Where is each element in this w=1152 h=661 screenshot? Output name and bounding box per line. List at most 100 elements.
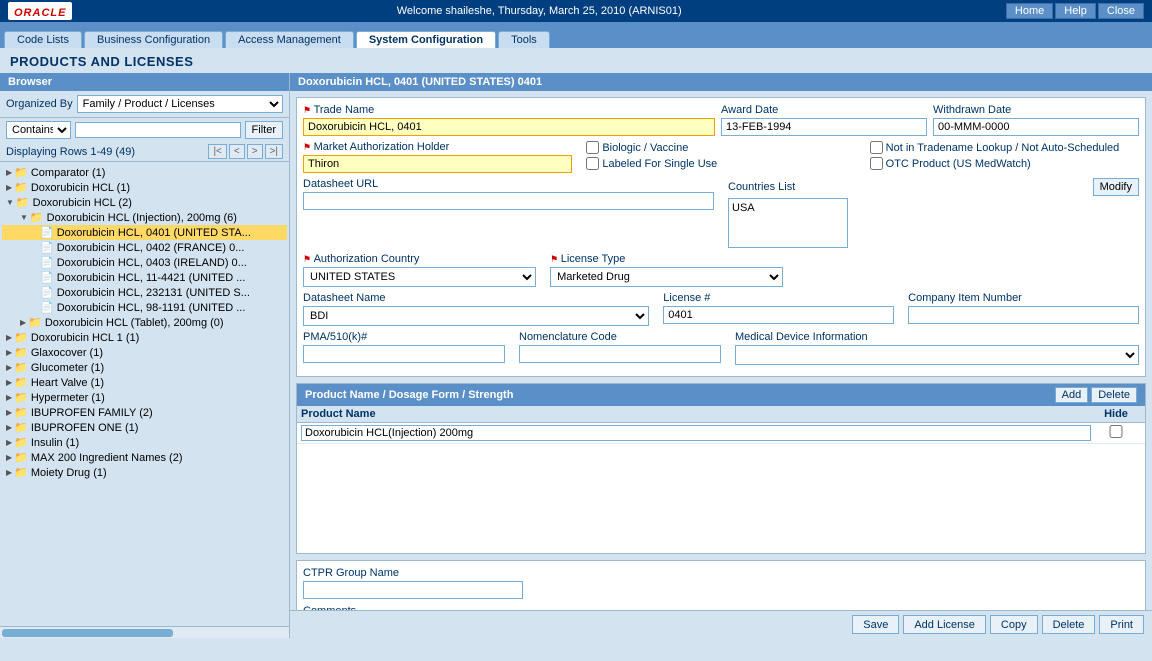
labeled-single-use-checkbox[interactable] <box>586 157 599 170</box>
close-button[interactable]: Close <box>1098 3 1144 19</box>
biologic-vaccine-checkbox[interactable] <box>586 141 599 154</box>
expand-icon: ▶ <box>6 438 12 447</box>
copy-button[interactable]: Copy <box>990 615 1038 634</box>
folder-icon: 📁 <box>14 436 28 449</box>
folder-icon: 📁 <box>14 181 28 194</box>
labeled-single-use-label: Labeled For Single Use <box>602 158 717 170</box>
pagination: |< < > >| <box>208 144 283 159</box>
trade-name-label: Trade Name <box>303 104 715 116</box>
not-tradename-check-item: Not in Tradename Lookup / Not Auto-Sched… <box>870 141 1139 154</box>
product-add-button[interactable]: Add <box>1055 387 1089 403</box>
oracle-logo: ORACLE <box>8 2 72 20</box>
tab-access-management[interactable]: Access Management <box>225 31 354 48</box>
pma-input[interactable] <box>303 345 505 363</box>
tree-item[interactable]: 📄Doxorubicin HCL, 0401 (UNITED STA... <box>2 225 287 240</box>
delete-button[interactable]: Delete <box>1042 615 1096 634</box>
tree-item-label: Doxorubicin HCL (2) <box>33 197 132 209</box>
tab-system-configuration[interactable]: System Configuration <box>356 31 496 48</box>
tree-item[interactable]: ▶📁Heart Valve (1) <box>2 375 287 390</box>
tree-item[interactable]: ▼📁Doxorubicin HCL (2) <box>2 195 287 210</box>
not-tradename-checkbox[interactable] <box>870 141 883 154</box>
tab-business-configuration[interactable]: Business Configuration <box>84 31 223 48</box>
home-button[interactable]: Home <box>1006 3 1053 19</box>
tree-item[interactable]: ▶📁Comparator (1) <box>2 165 287 180</box>
tree-item[interactable]: ▶📁IBUPROFEN FAMILY (2) <box>2 405 287 420</box>
product-name-input[interactable] <box>301 425 1091 441</box>
tree-item[interactable]: ▶📁Hypermeter (1) <box>2 390 287 405</box>
form-row-trade-name: Trade Name Award Date Withdrawn Date <box>303 104 1139 136</box>
tree-item[interactable]: 📄Doxorubicin HCL, 232131 (UNITED S... <box>2 285 287 300</box>
search-input[interactable] <box>75 122 241 138</box>
help-button[interactable]: Help <box>1055 3 1096 19</box>
add-license-button[interactable]: Add License <box>903 615 986 634</box>
document-icon: 📄 <box>40 226 54 239</box>
tree-item[interactable]: ▶📁Doxorubicin HCL (Tablet), 200mg (0) <box>2 315 287 330</box>
trade-name-input[interactable] <box>303 118 715 136</box>
print-button[interactable]: Print <box>1099 615 1144 634</box>
ctpr-input[interactable] <box>303 581 523 599</box>
expand-icon: ▶ <box>6 333 12 342</box>
medical-device-select[interactable] <box>735 345 1139 365</box>
horizontal-scrollbar[interactable] <box>0 626 289 638</box>
tree-item[interactable]: ▶📁Moiety Drug (1) <box>2 465 287 480</box>
form-row-auth-country: Authorization Country UNITED STATES Lice… <box>303 253 1139 287</box>
expand-icon: ▶ <box>6 378 12 387</box>
award-date-input[interactable] <box>721 118 927 136</box>
tree-item[interactable]: ▶📁Doxorubicin HCL 1 (1) <box>2 330 287 345</box>
award-date-group: Award Date <box>721 104 927 136</box>
otc-checkbox[interactable] <box>870 157 883 170</box>
save-button[interactable]: Save <box>852 615 899 634</box>
withdrawn-date-group: Withdrawn Date <box>933 104 1139 136</box>
folder-icon: 📁 <box>28 316 42 329</box>
document-icon: 📄 <box>40 256 54 269</box>
folder-icon: 📁 <box>14 166 28 179</box>
tree-item[interactable]: ▶📁Doxorubicin HCL (1) <box>2 180 287 195</box>
tree-item[interactable]: ▶📁Insulin (1) <box>2 435 287 450</box>
tree-area: ▶📁Comparator (1)▶📁Doxorubicin HCL (1)▼📁D… <box>0 162 289 626</box>
datasheet-name-select[interactable]: BDI <box>303 306 649 326</box>
page-next-button[interactable]: > <box>247 144 263 159</box>
tree-item[interactable]: ▶📁IBUPROFEN ONE (1) <box>2 420 287 435</box>
labeled-single-use-check-item: Labeled For Single Use <box>586 157 855 170</box>
nomenclature-input[interactable] <box>519 345 721 363</box>
tree-item[interactable]: 📄Doxorubicin HCL, 98-1191 (UNITED ... <box>2 300 287 315</box>
expand-icon: ▶ <box>6 453 12 462</box>
tree-item-label: Moiety Drug (1) <box>31 467 107 479</box>
folder-icon: 📁 <box>14 451 28 464</box>
company-item-input[interactable] <box>908 306 1139 324</box>
product-delete-button[interactable]: Delete <box>1091 387 1137 403</box>
page-last-button[interactable]: >| <box>265 144 283 159</box>
detail-header: Doxorubicin HCL, 0401 (UNITED STATES) 04… <box>290 73 1152 91</box>
license-type-group: License Type Marketed Drug <box>542 253 783 287</box>
page-first-button[interactable]: |< <box>208 144 226 159</box>
datasheet-url-input[interactable] <box>303 192 714 210</box>
rows-info-bar: Displaying Rows 1-49 (49) |< < > >| <box>0 142 289 162</box>
tree-item[interactable]: ▶📁Glaxocover (1) <box>2 345 287 360</box>
tree-item-label: Doxorubicin HCL 1 (1) <box>31 332 139 344</box>
tree-item[interactable]: 📄Doxorubicin HCL, 0403 (IRELAND) 0... <box>2 255 287 270</box>
tree-item[interactable]: 📄Doxorubicin HCL, 0402 (FRANCE) 0... <box>2 240 287 255</box>
product-hide-checkbox[interactable] <box>1091 425 1141 438</box>
page-prev-button[interactable]: < <box>229 144 245 159</box>
tree-item-label: IBUPROFEN ONE (1) <box>31 422 139 434</box>
folder-icon: 📁 <box>14 361 28 374</box>
organized-by-label: Organized By <box>6 98 73 110</box>
tree-item[interactable]: ▶📁MAX 200 Ingredient Names (2) <box>2 450 287 465</box>
tree-item[interactable]: ▶📁Glucometer (1) <box>2 360 287 375</box>
auth-country-group: Authorization Country UNITED STATES <box>303 253 536 287</box>
expand-icon: ▶ <box>6 408 12 417</box>
withdrawn-date-input[interactable] <box>933 118 1139 136</box>
contains-select[interactable]: Contains <box>6 121 71 139</box>
tab-code-lists[interactable]: Code Lists <box>4 31 82 48</box>
license-num-input[interactable] <box>663 306 894 324</box>
modify-button[interactable]: Modify <box>1093 178 1139 196</box>
tab-tools[interactable]: Tools <box>498 31 550 48</box>
tree-item-label: Doxorubicin HCL, 0401 (UNITED STA... <box>57 227 251 239</box>
tree-item[interactable]: ▼📁Doxorubicin HCL (Injection), 200mg (6) <box>2 210 287 225</box>
license-type-select[interactable]: Marketed Drug <box>550 267 783 287</box>
mah-input[interactable] <box>303 155 572 173</box>
filter-button[interactable]: Filter <box>245 121 283 139</box>
tree-item[interactable]: 📄Doxorubicin HCL, 11-4421 (UNITED ... <box>2 270 287 285</box>
organized-by-select[interactable]: Family / Product / Licenses <box>77 95 283 113</box>
auth-country-select[interactable]: UNITED STATES <box>303 267 536 287</box>
